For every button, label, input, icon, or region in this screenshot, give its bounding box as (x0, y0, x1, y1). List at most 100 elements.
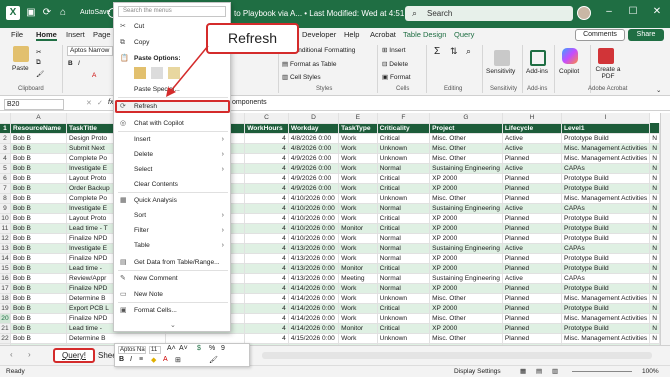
table-cell[interactable]: 4/10/2026 0:00 (288, 193, 340, 204)
table-cell[interactable]: Sustaining Engineering (429, 273, 503, 284)
table-cell[interactable]: 4/9/2026 0:00 (288, 183, 340, 194)
row-number[interactable]: 6 (0, 173, 11, 184)
tab-developer[interactable]: Developer (302, 30, 336, 39)
table-cell[interactable]: Bob B (10, 313, 67, 324)
italic-icon[interactable]: I (130, 356, 132, 363)
table-cell[interactable]: Planned (502, 333, 562, 344)
table-cell[interactable]: Work (338, 233, 378, 244)
row-number[interactable]: 17 (0, 283, 11, 294)
tab-home[interactable]: Home (36, 30, 57, 41)
select-all-corner[interactable] (0, 113, 11, 124)
table-cell[interactable]: Unknown (377, 153, 431, 164)
row-number[interactable]: 4 (0, 153, 11, 164)
row-number[interactable]: 15 (0, 263, 11, 274)
copy-icon[interactable]: ⧉ (36, 59, 41, 67)
table-cell[interactable]: Misc. Management Activities (561, 143, 651, 154)
table-cell[interactable]: 4 (244, 333, 289, 344)
table-row[interactable]: 14 Bob B Finalize NPD 4 4/13/2026 0:00 Work No… (0, 253, 660, 264)
tab-table-design[interactable]: Table Design (403, 30, 446, 39)
table-cell[interactable]: Bob B (10, 283, 67, 294)
table-cell[interactable]: 4/10/2026 0:00 (288, 213, 340, 224)
row-number[interactable]: 22 (0, 333, 11, 344)
table-cell[interactable]: Work (338, 133, 378, 144)
table-cell[interactable]: Bob B (10, 173, 67, 184)
table-cell[interactable]: 4 (244, 243, 289, 254)
autosum-icon[interactable]: Σ (434, 46, 440, 57)
table-cell[interactable]: 4 (244, 303, 289, 314)
table-cell[interactable]: CAPAs (561, 163, 651, 174)
table-cell[interactable]: XP 2000 (429, 283, 503, 294)
italic-icon[interactable]: I (78, 60, 80, 67)
row-number[interactable]: 5 (0, 163, 11, 174)
table-cell[interactable]: 4 (244, 153, 289, 164)
font-color-icon[interactable]: A (163, 356, 168, 363)
table-cell[interactable]: 4 (244, 253, 289, 264)
table-cell[interactable]: Misc. Management Activities (561, 153, 651, 164)
page-break-view-icon[interactable]: ▥ (552, 367, 558, 375)
table-row[interactable]: 15 Bob B Lead time -4 4/13/2026 0:00 Monitor… (0, 263, 660, 274)
shrink-font-icon[interactable]: A˅ (179, 345, 188, 352)
column-header[interactable]: D (288, 113, 340, 124)
table-cell[interactable]: 4 (244, 183, 289, 194)
table-cell[interactable]: 4 (244, 163, 289, 174)
table-cell[interactable]: N (649, 303, 660, 314)
table-cell[interactable]: CAPAs (561, 273, 651, 284)
table-cell[interactable]: Critical (377, 223, 431, 234)
table-cell[interactable]: 4/8/2026 0:00 (288, 133, 340, 144)
paste-option-keep-icon[interactable] (134, 67, 146, 79)
table-cell[interactable]: Work (338, 183, 378, 194)
prev-sheet-icon[interactable]: ‹ (10, 350, 13, 359)
table-cell[interactable]: Critical (377, 323, 431, 334)
table-cell[interactable]: Misc. Management Activities (561, 333, 651, 344)
normal-view-icon[interactable]: ▦ (520, 367, 526, 375)
table-cell[interactable]: Active (502, 143, 562, 154)
menu-item-delete[interactable]: Delete › (114, 148, 230, 161)
sensitivity-button[interactable]: Sensitivity (486, 68, 515, 75)
create-pdf-icon[interactable] (598, 48, 614, 64)
table-cell[interactable]: N (649, 213, 660, 224)
table-cell[interactable]: Normal (377, 163, 431, 174)
table-cell[interactable]: 4 (244, 143, 289, 154)
tab-query[interactable]: Query (454, 30, 474, 39)
table-cell[interactable]: Work (338, 283, 378, 294)
zoom-slider[interactable] (572, 371, 632, 372)
table-cell[interactable]: N (649, 133, 660, 144)
row-number[interactable]: 16 (0, 273, 11, 284)
tab-file[interactable]: File (11, 30, 23, 39)
table-cell[interactable]: CAPAs (561, 243, 651, 254)
table-cell[interactable]: 4/13/2026 0:00 (288, 243, 340, 254)
table-cell[interactable]: 4/14/2026 0:00 (288, 313, 340, 324)
table-cell[interactable]: XP 2000 (429, 263, 503, 274)
table-cell[interactable]: 4 (244, 213, 289, 224)
table-cell[interactable]: XP 2000 (429, 233, 503, 244)
table-cell[interactable]: N (649, 263, 660, 274)
table-row[interactable]: 8 Bob B Complete Po 4 4/10/2026 0:00 Work Unkn… (0, 193, 660, 204)
grow-font-icon[interactable]: A˄ (167, 345, 176, 352)
row-number[interactable]: 12 (0, 233, 11, 244)
menu-item-sort[interactable]: Sort › (114, 209, 230, 222)
table-row[interactable]: 11 Bob B Lead time - T 4 4/10/2026 0:00 Monit… (0, 223, 660, 234)
menu-item-get-data[interactable]: ▤ Get Data from Table/Range... (114, 256, 230, 269)
format-painter-icon[interactable]: 🖌 (209, 356, 218, 364)
bold-icon[interactable]: B (119, 356, 124, 363)
percent-icon[interactable]: % (209, 345, 215, 352)
horizontal-scrollbar[interactable] (262, 352, 652, 359)
menu-item-new-comment[interactable]: ✎ New Comment (114, 272, 230, 285)
row-number[interactable]: 21 (0, 323, 11, 334)
paste-icon[interactable] (13, 46, 29, 62)
menu-item-insert[interactable]: Insert › (114, 133, 230, 146)
borders-icon[interactable]: ⊞ (175, 356, 181, 364)
home-icon[interactable]: ⌂ (56, 6, 70, 20)
table-cell[interactable]: 4/9/2026 0:00 (288, 153, 340, 164)
table-header-cell[interactable]: Project (429, 123, 503, 134)
copilot-button[interactable]: Copilot (559, 68, 579, 75)
table-cell[interactable]: Work (338, 163, 378, 174)
table-cell[interactable]: CAPAs (561, 203, 651, 214)
table-header-cell[interactable]: Workday (288, 123, 340, 134)
table-cell[interactable]: Misc. Other (429, 293, 503, 304)
table-header-cell[interactable]: Lifecycle (502, 123, 562, 134)
zoom-level[interactable]: 100% (642, 368, 659, 375)
table-cell[interactable]: 4 (244, 173, 289, 184)
table-cell[interactable]: Bob B (10, 303, 67, 314)
table-cell[interactable]: XP 2000 (429, 213, 503, 224)
